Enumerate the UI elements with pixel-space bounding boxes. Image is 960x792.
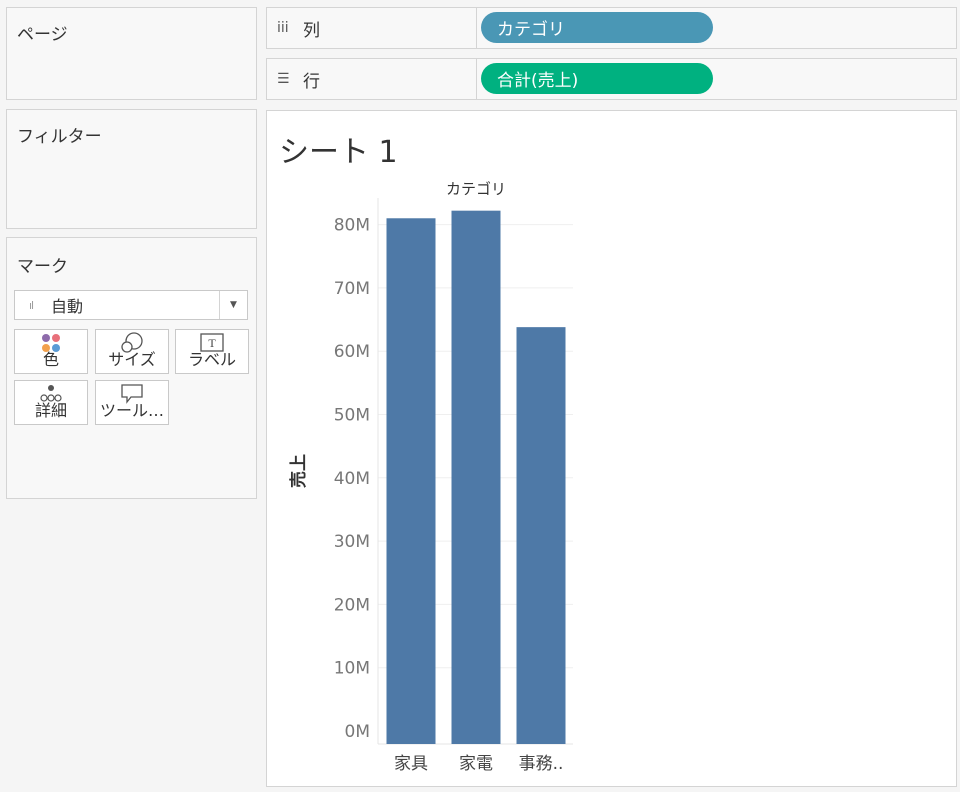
- rows-shelf-title: 行: [303, 71, 320, 92]
- columns-icon: iii: [277, 20, 289, 36]
- filters-panel-title: フィルター: [17, 127, 102, 147]
- marks-panel-title: マーク: [17, 257, 68, 277]
- y-tick-label: 50M: [334, 406, 370, 426]
- y-tick-label: 20M: [334, 595, 370, 615]
- mark-type-dropdown[interactable]: ıl 自動 ▼: [14, 290, 248, 320]
- tooltip-icon: [121, 384, 143, 404]
- marks-panel: マーク ıl 自動 ▼ 色 サイズ T ラベル 詳細 ツール…: [6, 237, 257, 499]
- category-pill-label: カテゴリ: [497, 20, 565, 40]
- detail-icon: [40, 385, 62, 402]
- tooltip-button[interactable]: ツール…: [95, 380, 169, 425]
- x-tick-label: 家電: [459, 754, 493, 774]
- color-icon: [42, 334, 60, 352]
- color-button[interactable]: 色: [14, 329, 88, 374]
- y-tick-label: 40M: [334, 469, 370, 489]
- label-button[interactable]: T ラベル: [175, 329, 249, 374]
- chevron-down-icon[interactable]: ▼: [219, 291, 247, 319]
- bar[interactable]: [451, 210, 501, 744]
- y-axis-title: 売上: [288, 454, 309, 488]
- x-tick-label: 事務..: [519, 754, 564, 774]
- size-button[interactable]: サイズ: [95, 329, 169, 374]
- columns-shelf[interactable]: iii 列 カテゴリ: [266, 7, 957, 49]
- sum-sales-pill-label: 合計(売上): [497, 71, 579, 91]
- y-tick-label: 80M: [334, 216, 370, 236]
- columns-shelf-label: iii 列: [267, 8, 477, 48]
- y-tick-label: 30M: [334, 532, 370, 552]
- bar[interactable]: [386, 218, 436, 744]
- category-pill[interactable]: カテゴリ: [481, 12, 713, 43]
- label-icon: T: [200, 333, 224, 352]
- bar[interactable]: [516, 327, 566, 744]
- y-tick-label: 0M: [345, 722, 370, 742]
- columns-shelf-title: 列: [303, 20, 320, 41]
- rows-shelf-label: ☰ 行: [267, 59, 477, 99]
- mark-type-value: 自動: [51, 297, 84, 316]
- detail-button[interactable]: 詳細: [14, 380, 88, 425]
- worksheet-view: シート 1 0M 10M 20M 30M 40M 50M 60M 70M 80M 売上 カテゴリ 家具…: [266, 110, 957, 787]
- pages-panel[interactable]: ページ: [6, 7, 257, 100]
- bar-chart: 0M 10M 20M 30M 40M 50M 60M 70M 80M 売上 カテゴリ家具 家電 事務..: [288, 180, 573, 774]
- y-tick-label: 70M: [334, 279, 370, 299]
- svg-text:T: T: [208, 336, 216, 350]
- bar-chart-icon: ıl: [29, 298, 34, 312]
- x-tick-label: 家具: [394, 754, 428, 774]
- filters-panel[interactable]: フィルター: [6, 109, 257, 229]
- size-icon: [121, 332, 143, 353]
- rows-shelf[interactable]: ☰ 行 合計(売上): [266, 58, 957, 100]
- column-header: カテゴリ: [446, 180, 506, 198]
- pages-panel-title: ページ: [17, 25, 68, 45]
- sum-sales-pill[interactable]: 合計(売上): [481, 63, 713, 94]
- y-tick-label: 10M: [334, 659, 370, 679]
- y-tick-label: 60M: [334, 342, 370, 362]
- rows-icon: ☰: [277, 71, 290, 87]
